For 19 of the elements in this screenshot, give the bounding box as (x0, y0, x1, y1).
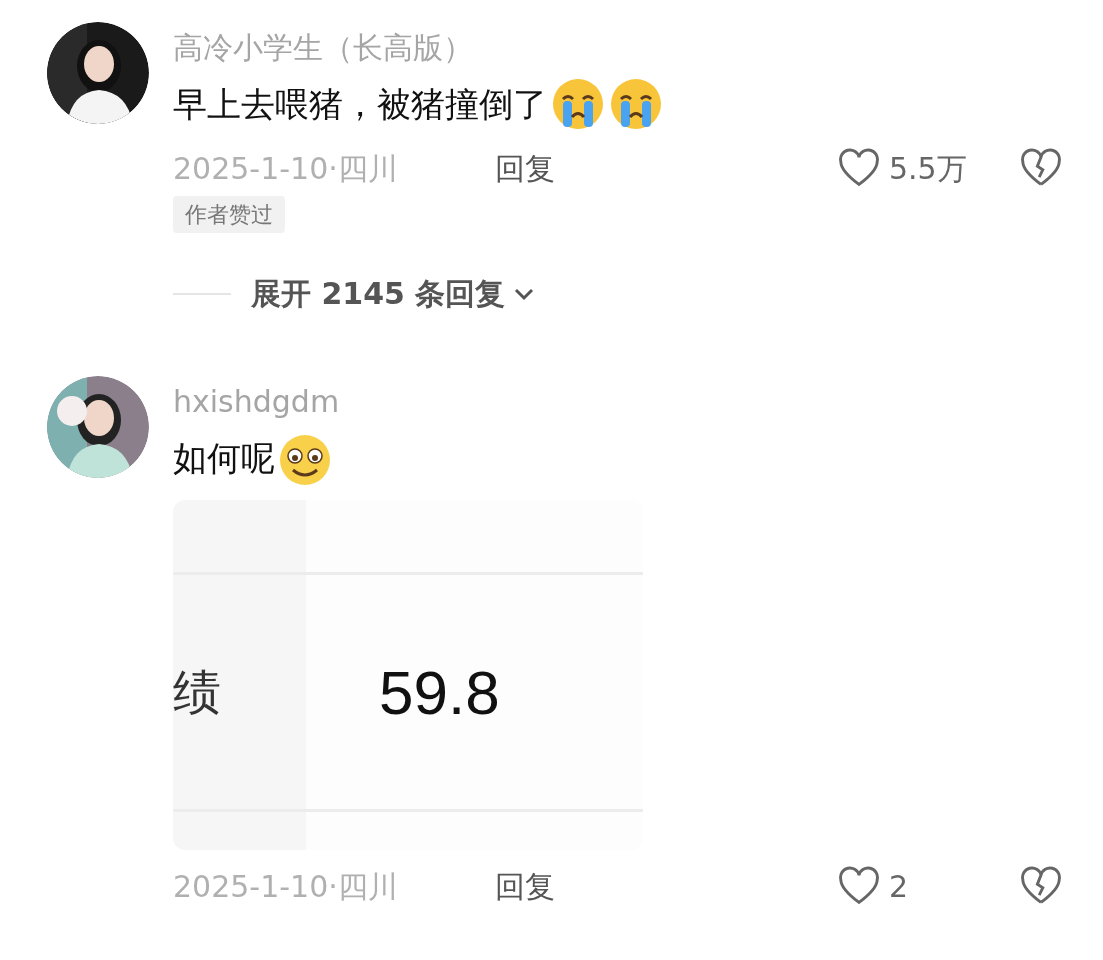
crying-face-icon (551, 77, 605, 131)
like-count: 2 (889, 867, 910, 906)
expand-replies-button[interactable]: 展开 2145 条回复 (251, 271, 536, 316)
table-label: 绩 (173, 663, 221, 722)
comment-text: 如何呢 (173, 437, 275, 480)
reply-button[interactable]: 回复 (495, 145, 555, 191)
broken-heart-icon[interactable] (1019, 148, 1063, 188)
comment-date: 2025-1-10·四川 (173, 149, 399, 188)
broken-heart-icon[interactable] (1019, 866, 1063, 906)
heart-icon[interactable] (837, 148, 881, 188)
heart-icon[interactable] (837, 866, 881, 906)
author-liked-badge: 作者赞过 (173, 196, 285, 233)
like-count: 5.5万 (889, 149, 968, 188)
comment-date: 2025-1-10·四川 (173, 867, 399, 906)
crying-face-icon (609, 77, 663, 131)
comment-text: 早上去喂猪，被猪撞倒了 (173, 83, 547, 126)
reply-button[interactable]: 回复 (495, 863, 555, 909)
chevron-down-icon (513, 286, 536, 301)
table-value: 59.8 (379, 656, 500, 729)
